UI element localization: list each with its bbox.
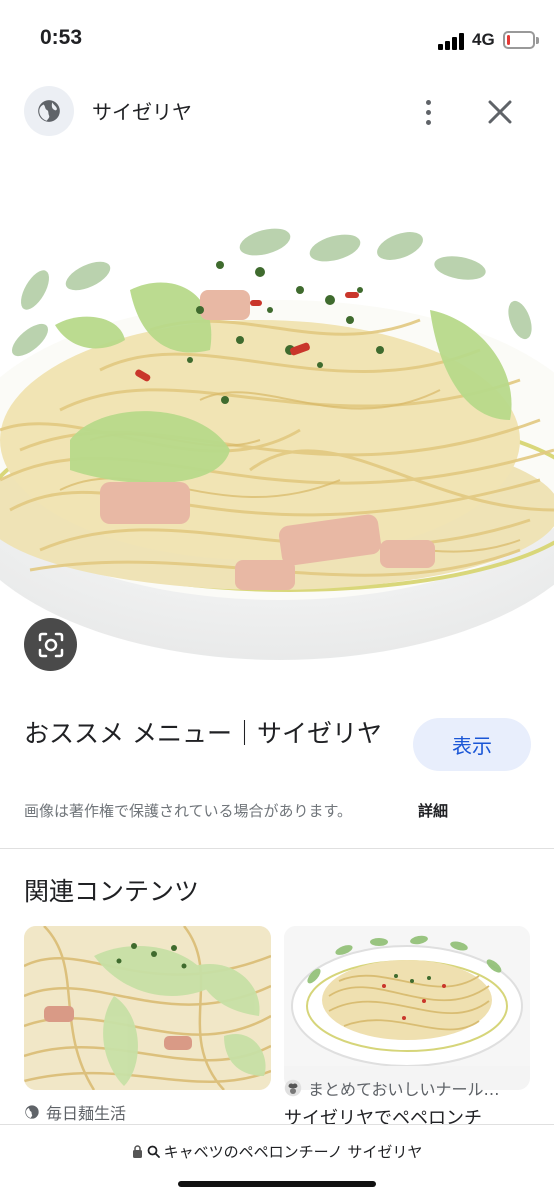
related-source-label-2: まとめておいしいナール… xyxy=(308,1080,500,1099)
battery-icon xyxy=(503,31,539,49)
related-source-label-1: 毎日麺生活 xyxy=(46,1104,127,1123)
related-card-1[interactable] xyxy=(24,926,271,1090)
hero-image[interactable] xyxy=(0,150,554,695)
url-text: キャベツのペペロンチーノ サイゼリヤ xyxy=(163,1143,423,1161)
related-image-1 xyxy=(24,926,271,1090)
more-vert-icon xyxy=(425,99,431,105)
related-card-2[interactable] xyxy=(284,926,530,1090)
copyright-notice: 画像は著作権で保護されている場合があります。 xyxy=(24,802,353,820)
search-icon xyxy=(147,1145,160,1158)
status-bar: 0:53 4G xyxy=(0,0,554,80)
close-icon xyxy=(488,100,512,124)
home-indicator[interactable] xyxy=(178,1181,376,1187)
url-bar[interactable]: キャベツのペペロンチーノ サイゼリヤ xyxy=(0,1124,554,1200)
site-name[interactable]: サイゼリヤ xyxy=(92,96,192,125)
details-link[interactable]: 詳細 xyxy=(418,800,448,821)
globe-icon xyxy=(38,100,60,122)
lock-icon xyxy=(132,1145,142,1158)
close-button[interactable] xyxy=(484,96,516,128)
status-time: 0:53 xyxy=(40,26,83,49)
header: サイゼリヤ xyxy=(0,80,554,144)
chef-icon xyxy=(284,1079,302,1097)
lens-button[interactable] xyxy=(24,618,77,671)
divider xyxy=(0,848,554,849)
related-source-2[interactable]: まとめておいしいナール… xyxy=(284,1076,500,1100)
related-image-2 xyxy=(284,926,530,1067)
network-label: 4G xyxy=(472,30,495,49)
globe-icon xyxy=(25,1105,39,1119)
view-button[interactable]: 表示 xyxy=(413,718,531,771)
more-options-button[interactable] xyxy=(412,94,444,130)
url-display[interactable]: キャベツのペペロンチーノ サイゼリヤ xyxy=(0,1141,554,1162)
related-heading: 関連コンテンツ xyxy=(24,877,200,906)
lens-icon xyxy=(38,632,63,657)
signal-icon xyxy=(438,32,466,50)
page-title: おススメ メニュー｜サイゼリヤ xyxy=(24,719,382,748)
site-icon[interactable] xyxy=(24,86,74,136)
pasta-dish-image xyxy=(0,228,554,660)
related-source-1[interactable]: 毎日麺生活 xyxy=(24,1100,126,1124)
